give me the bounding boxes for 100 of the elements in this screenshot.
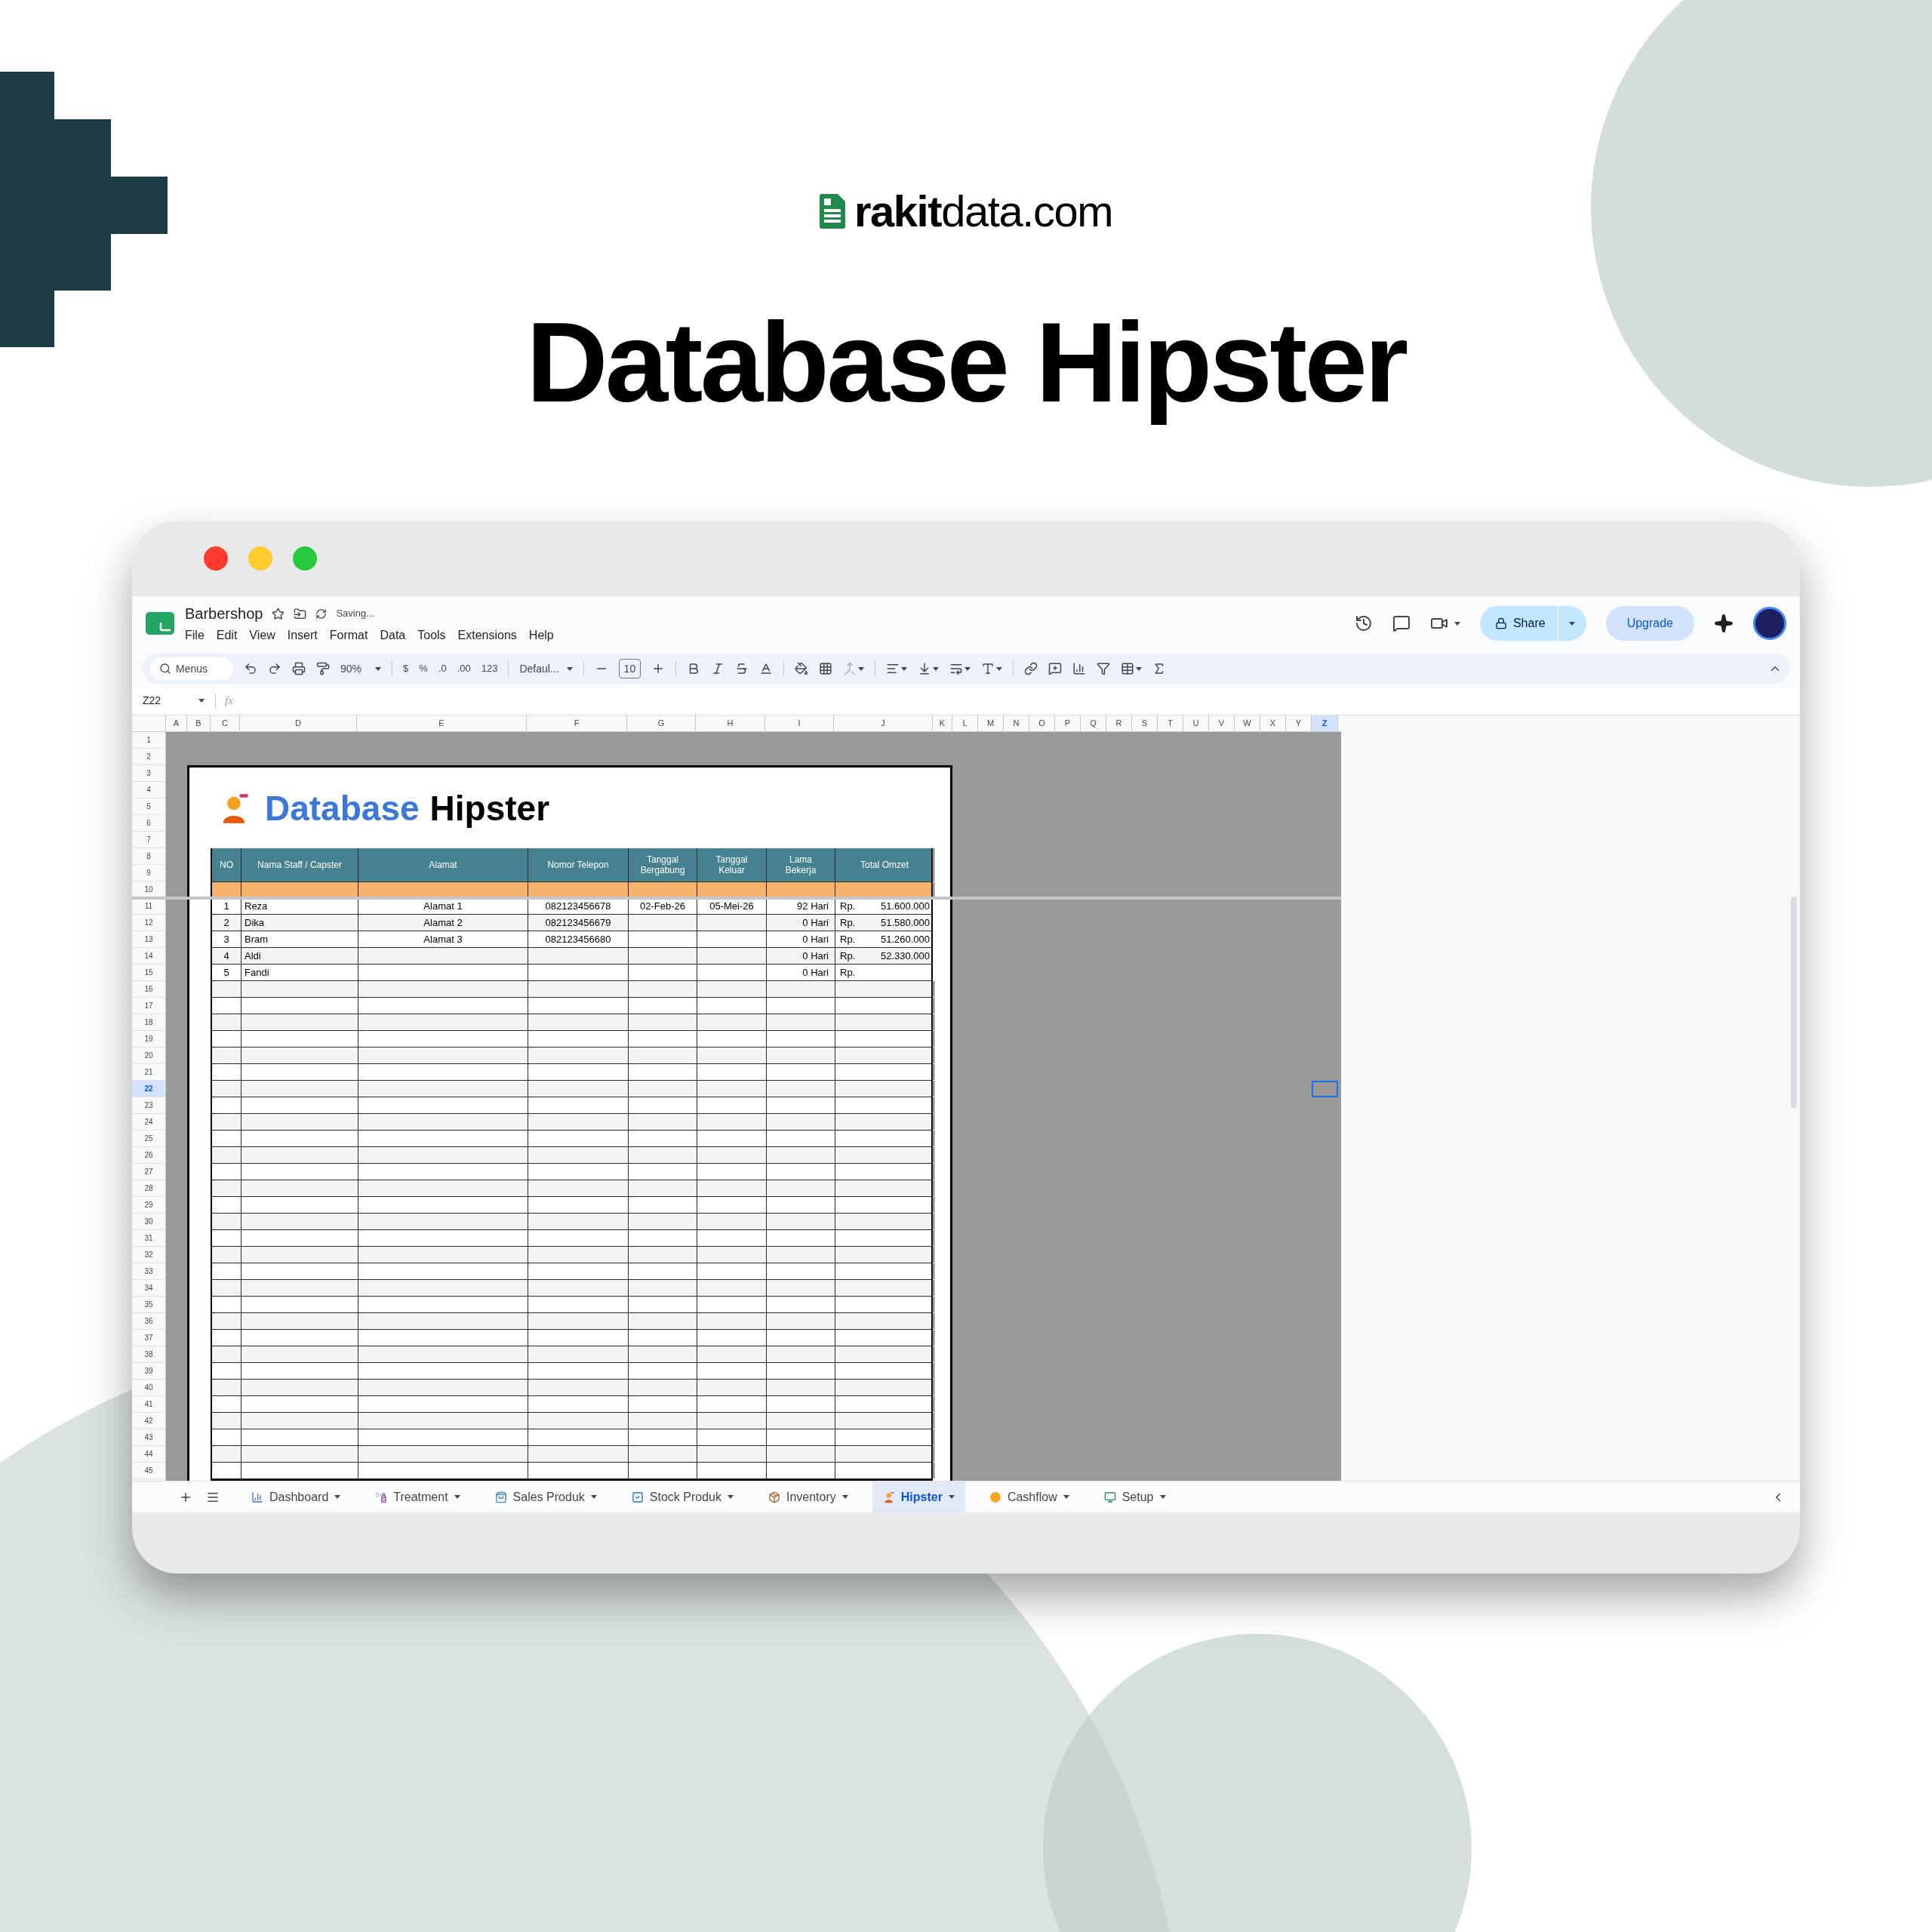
column-header[interactable]: D [240,715,357,731]
row-header[interactable]: 15 [132,964,165,981]
row-header[interactable]: 1 [132,732,165,749]
sheet-tab[interactable]: Dashboard [241,1481,352,1513]
zoom-dropdown[interactable]: 90% [340,660,382,677]
star-icon[interactable] [272,607,285,620]
chart-icon[interactable] [1072,662,1087,675]
column-header[interactable]: C [211,715,240,731]
column-header[interactable]: N [1004,715,1029,731]
font-dropdown[interactable]: Defaul... [519,660,573,677]
column-header[interactable]: U [1183,715,1209,731]
text-wrap-icon[interactable] [949,662,964,675]
column-header[interactable]: O [1029,715,1055,731]
paint-format-icon[interactable] [316,662,330,675]
history-icon[interactable] [1354,614,1373,632]
sheet-tab[interactable]: Inventory [757,1481,859,1513]
strikethrough-icon[interactable] [735,662,749,675]
column-header[interactable]: E [357,715,527,731]
row-header[interactable]: 33 [132,1263,165,1280]
column-header[interactable]: M [978,715,1004,731]
filter-icon[interactable] [1097,662,1111,675]
column-header[interactable]: Q [1081,715,1106,731]
row-header[interactable]: 13 [132,931,165,948]
row-header[interactable]: 3 [132,765,165,782]
menu-item[interactable]: Help [528,626,554,645]
menu-search-field[interactable]: Menus [150,657,233,680]
number-format-button[interactable]: .0 [438,661,447,676]
upgrade-button[interactable]: Upgrade [1605,606,1694,641]
row-header[interactable]: 30 [132,1214,165,1230]
sheet-tab[interactable]: Sales Produk [484,1481,608,1513]
table-icon[interactable] [1121,662,1135,675]
row-header[interactable]: 24 [132,1114,165,1131]
column-header[interactable]: Z [1312,715,1338,731]
row-header[interactable]: 32 [132,1247,165,1263]
column-header[interactable]: T [1158,715,1183,731]
menu-item[interactable]: Edit [216,626,238,645]
column-header[interactable]: P [1055,715,1081,731]
redo-icon[interactable] [268,662,281,675]
row-header[interactable]: 36 [132,1313,165,1330]
row-header[interactable]: 26 [132,1147,165,1164]
row-header[interactable]: 18 [132,1014,165,1031]
row-header[interactable]: 42 [132,1413,165,1429]
menu-item[interactable]: Insert [287,626,318,645]
row-header[interactable]: 9 [132,865,165,881]
row-header[interactable]: 31 [132,1230,165,1247]
row-header[interactable]: 4 [132,782,165,798]
scrollbar-thumb[interactable] [1791,897,1797,1108]
comment-icon[interactable] [1392,614,1411,632]
number-format-button[interactable]: 123 [481,661,498,676]
row-header[interactable]: 22 [132,1081,165,1097]
row-header[interactable]: 16 [132,981,165,998]
sheet-tab[interactable]: Cashflow [978,1481,1080,1513]
column-header[interactable]: I [765,715,834,731]
column-header[interactable]: G [627,715,696,731]
row-header[interactable]: 37 [132,1330,165,1346]
share-button[interactable]: Share [1479,606,1558,641]
column-header[interactable]: R [1106,715,1132,731]
column-header[interactable]: A [166,715,187,731]
menu-item[interactable]: Format [329,626,368,645]
row-header[interactable]: 5 [132,798,165,815]
sheet-tab[interactable]: Stock Produk [620,1481,744,1513]
folder-icon[interactable] [294,607,307,620]
row-header[interactable]: 34 [132,1280,165,1297]
row-header[interactable]: 44 [132,1446,165,1463]
column-header[interactable]: H [696,715,765,731]
sparkle-icon[interactable] [1714,614,1734,633]
number-format-button[interactable]: % [419,661,428,676]
add-comment-icon[interactable] [1048,662,1063,675]
row-header[interactable]: 14 [132,948,165,964]
link-icon[interactable] [1024,662,1038,675]
undo-icon[interactable] [244,662,257,675]
row-header[interactable]: 41 [132,1396,165,1413]
text-color-icon[interactable] [759,662,774,675]
number-format-button[interactable]: $ [403,661,409,676]
column-header[interactable]: V [1209,715,1235,731]
row-header[interactable]: 12 [132,915,165,931]
row-header[interactable]: 43 [132,1429,165,1446]
text-rotation-icon[interactable] [981,662,995,675]
row-header[interactable]: 2 [132,749,165,765]
row-header[interactable]: 35 [132,1297,165,1313]
column-header[interactable]: B [187,715,211,731]
fill-color-icon[interactable] [795,662,809,675]
column-header[interactable]: K [933,715,952,731]
sheet-tab[interactable]: Setup [1093,1481,1177,1513]
row-header[interactable]: 20 [132,1048,165,1064]
row-header[interactable]: 19 [132,1031,165,1048]
name-box[interactable]: Z22 [132,693,215,709]
font-size-field[interactable]: 10 [618,659,641,678]
column-header[interactable]: S [1132,715,1158,731]
row-header[interactable]: 27 [132,1164,165,1180]
menu-item[interactable]: Extensions [457,626,517,645]
row-header[interactable]: 7 [132,832,165,848]
row-header[interactable]: 29 [132,1197,165,1214]
menu-item[interactable]: File [185,626,205,645]
row-header[interactable]: 45 [132,1463,165,1479]
menu-item[interactable]: Data [380,626,406,645]
borders-icon[interactable] [819,662,833,675]
menu-item[interactable]: View [249,626,275,645]
row-header[interactable]: 17 [132,998,165,1014]
column-header[interactable]: L [952,715,978,731]
